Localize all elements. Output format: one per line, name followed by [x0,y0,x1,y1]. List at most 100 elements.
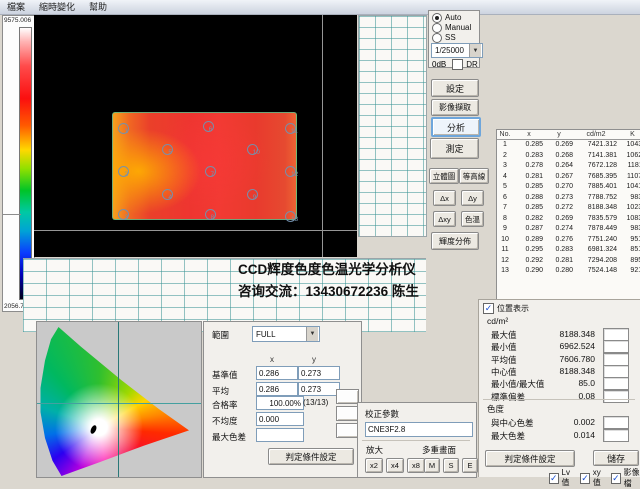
analyze-button[interactable]: 分析 [431,117,481,137]
table-row[interactable]: 70.2850.2728188.34810238 [497,203,640,214]
table-row[interactable]: 40.2810.2677685.39511077 [497,172,640,183]
radio-icon [432,13,442,23]
delta-x-button[interactable]: Δx [433,190,456,206]
radio-icon [432,33,442,43]
table-cell: 0.269 [545,214,575,225]
ref-x-value: 0.286 [256,382,298,396]
ref-y-value: 0.273 [298,382,340,396]
cie-crosshair-vertical [118,322,119,477]
position-display-checkbox[interactable]: ✓ 位置表示 [483,303,529,314]
save-option-xy值[interactable]: ✓xy值 [580,467,603,489]
radio-auto[interactable]: Auto [432,13,479,22]
table-row[interactable]: 30.2780.2647672.12811811 [497,161,640,172]
chroma-section-label: 色度 [487,403,504,415]
judge-condition-button[interactable]: 判定條件設定 [268,448,354,465]
result-indicator-box [603,340,629,353]
settings-button[interactable]: 設定 [431,79,479,97]
table-cell: 10416 [619,182,640,193]
shutter-value: 1/25000 [435,46,464,55]
delta-xy-button[interactable]: Δxy [433,211,456,227]
range-select[interactable]: FULL ▼ [252,326,320,342]
cie-chromaticity-diagram[interactable] [36,321,202,478]
scale-divider [3,214,21,215]
judge-condition-button-2[interactable]: 判定條件設定 [485,450,575,467]
table-row[interactable]: 60.2880.2737788.7529834 [497,193,640,204]
save-button[interactable]: 儲存 [593,450,639,466]
luminance-dist-button[interactable]: 輝度分佈 [431,232,479,250]
checkbox-icon: ✓ [611,473,621,484]
color-temp-button[interactable]: 色溫 [461,211,484,227]
multi-M-button[interactable]: M [424,458,440,473]
table-cell: 0.264 [545,161,575,172]
luminance-heatmap: 16115102712493813 [112,112,297,220]
indicator-box-3 [336,423,359,438]
radio-manual[interactable]: Manual [432,23,479,32]
marker-number: 9 [253,194,257,201]
save-option-影像檔[interactable]: ✓影像檔 [611,467,640,489]
zoom-x2-button[interactable]: x2 [365,458,383,473]
radio-label: Auto [445,13,461,22]
save-option-label: xy值 [593,468,603,488]
chevron-down-icon[interactable]: ▼ [306,327,318,341]
zoom-x4-button[interactable]: x4 [386,458,404,473]
table-cell: 11 [497,245,515,256]
gain-label: 0dB [432,60,446,69]
save-option-label: 影像檔 [624,467,640,489]
multi-E-button[interactable]: E [462,458,478,473]
table-row[interactable]: 50.2850.2707885.40110416 [497,182,640,193]
checkbox-icon: ✓ [549,473,559,484]
watermark-line2: 咨询交流：13430672236 陈生 [238,281,419,303]
result-row: 中心值8188.348 [491,365,633,377]
marker-number: 4 [168,194,172,201]
marker-number: 7 [211,171,215,178]
table-col-header: K [619,130,640,140]
table-cell: 10238 [619,203,640,214]
table-cell: 3 [497,161,515,172]
ref-y-value: 0.273 [298,366,340,380]
menu-item-幫助[interactable]: 幫助 [82,1,114,14]
view3d-button[interactable]: 立體圖 [429,168,459,184]
table-cell: 8953 [619,256,640,267]
table-cell: 7835.579 [575,214,619,225]
menu-item-檔案[interactable]: 檔案 [0,1,32,14]
table-row[interactable]: 130.2900.2807524.1489217 [497,266,640,277]
table-cell: 7685.395 [575,172,619,183]
result-value: 85.0 [578,378,595,388]
measurement-table-panel[interactable]: No.xycd/m2K 10.2850.2697421.3121043420.2… [496,129,640,300]
side-grid-panel [358,15,427,237]
chevron-down-icon[interactable]: ▼ [469,44,481,57]
table-row[interactable]: 20.2830.2687141.38110625 [497,151,640,162]
delta-y-button[interactable]: Δy [461,190,484,206]
radio-ss[interactable]: SS [432,33,479,42]
table-row[interactable]: 90.2870.2747878.4499832 [497,224,640,235]
shutter-select[interactable]: 1/25000 ▼ [431,43,483,58]
marker-number: 6 [209,126,213,133]
table-row[interactable]: 100.2890.2767751.2409519 [497,235,640,246]
chroma-result-value: 0.014 [574,430,595,440]
table-row[interactable]: 110.2950.2836981.3248514 [497,245,640,256]
zoom-x8-button[interactable]: x8 [407,458,425,473]
table-cell: 13 [497,266,515,277]
table-cell: 0.295 [515,245,545,256]
exposure-panel: AutoManualSS 1/25000 ▼ 0dB DR [428,10,480,68]
menu-item-縮時變化[interactable]: 縮時變化 [32,1,82,14]
table-row[interactable]: 80.2820.2697835.57910832 [497,214,640,225]
marker-number: 8 [211,214,215,221]
chroma-result-row: 與中心色差0.002 [491,416,633,428]
dr-checkbox[interactable]: DR [452,59,478,70]
table-cell: 0.278 [515,161,545,172]
ccd-image-viewport[interactable]: 16115102712493813 [34,15,357,257]
measure-button[interactable]: 測定 [430,138,479,159]
table-row[interactable]: 120.2920.2817294.2088953 [497,256,640,267]
contour-button[interactable]: 等高線 [459,168,489,184]
save-option-Lv值[interactable]: ✓Lv值 [549,467,572,489]
table-cell: 7294.208 [575,256,619,267]
capture-button[interactable]: 影像擷取 [431,99,479,116]
radio-label: SS [445,33,456,42]
table-row[interactable]: 10.2850.2697421.31210434 [497,140,640,151]
result-label: 最小值 [491,341,517,353]
marker-number: 2 [124,171,128,178]
radio-label: Manual [445,23,471,32]
multi-S-button[interactable]: S [443,458,459,473]
save-option-label: Lv值 [562,468,573,488]
